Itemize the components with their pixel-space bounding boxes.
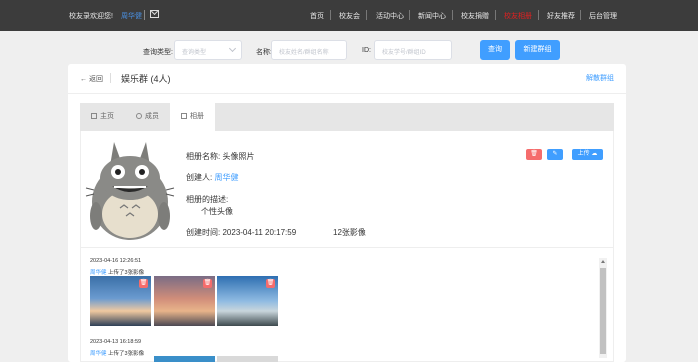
feed-timestamp: 2023-04-16 12:26:51: [90, 258, 142, 264]
group-tabs: 主页 成员 相册: [80, 103, 614, 131]
delete-photo-button[interactable]: 🗑: [266, 279, 275, 288]
feed-entry: 周华健 上传了3张影像: [90, 268, 144, 276]
top-navbar: 校友录欢迎您! 周华健 首页 校友会 活动中心 新闻中心 校友捐赠 校友相册 好…: [0, 0, 698, 31]
edit-icon: ✎: [552, 151, 558, 157]
divider: [110, 73, 111, 83]
query-button[interactable]: 查询: [480, 40, 510, 60]
query-type-label: 查询类型:: [143, 49, 173, 56]
nav-alumni-association[interactable]: 校友会: [339, 11, 360, 21]
id-input[interactable]: 校友学号/群组ID: [374, 40, 452, 60]
divider: [366, 10, 367, 20]
divider: [495, 10, 496, 20]
upload-button[interactable]: 上传 ☁: [572, 149, 603, 160]
user-icon: [136, 113, 142, 119]
photo-thumbnail[interactable]: [217, 356, 278, 362]
nav-home[interactable]: 首页: [310, 11, 324, 21]
album-desc-value: 个性头像: [201, 207, 233, 216]
divider: [144, 10, 145, 20]
feed-user-link[interactable]: 周华健: [90, 351, 107, 357]
photo-thumbnail[interactable]: 🗑: [154, 276, 215, 326]
feed-entry: 周华健 上传了3张影像: [90, 349, 144, 357]
delete-album-button[interactable]: 🗑: [526, 149, 542, 160]
photo-thumbnail[interactable]: 🗑: [90, 276, 151, 326]
feed-timestamp: 2023-04-13 16:18:59: [90, 339, 142, 345]
album-created-label: 创建时间:: [186, 228, 221, 237]
query-type-select[interactable]: 查询类型: [174, 40, 242, 60]
divider: [330, 10, 331, 20]
album-cover-image: [85, 142, 175, 240]
nav-admin[interactable]: 后台管理: [589, 11, 617, 21]
name-input[interactable]: 校友姓名/群组名称: [271, 40, 347, 60]
cloud-upload-icon: ☁: [591, 151, 598, 157]
divider: [68, 93, 626, 94]
album-desc-label: 相册的描述:: [186, 195, 229, 204]
album-name-label: 相册名称:: [186, 152, 221, 161]
nav-friend-recommend[interactable]: 好友推荐: [547, 11, 575, 21]
scroll-up-icon[interactable]: [601, 260, 605, 263]
album-creator-row: 创建人: 周华健: [186, 172, 238, 183]
divider: [538, 10, 539, 20]
delete-photo-button[interactable]: 🗑: [139, 279, 148, 288]
album-created-row: 创建时间: 2023-04-11 20:17:59: [186, 227, 296, 238]
album-creator-label: 创建人:: [186, 173, 213, 182]
picture-icon: [181, 113, 187, 119]
divider: [409, 10, 410, 20]
nav-activity-center[interactable]: 活动中心: [376, 11, 404, 21]
mail-icon[interactable]: [150, 10, 159, 18]
chevron-down-icon: [228, 44, 237, 53]
trash-icon: 🗑: [530, 151, 538, 157]
name-label: 名称:: [256, 49, 272, 56]
divider: [452, 10, 453, 20]
photo-thumbnail[interactable]: 🗑: [217, 276, 278, 326]
divider: [580, 10, 581, 20]
album-name-value: 头像照片: [222, 152, 255, 161]
album-name-row: 相册名称: 头像照片: [186, 151, 254, 162]
delete-photo-button[interactable]: 🗑: [203, 279, 212, 288]
feed-scrollbar[interactable]: [599, 258, 607, 358]
home-icon: [91, 113, 97, 119]
album-created-value: 2023-04-11 20:17:59: [222, 228, 297, 237]
dissolve-group-link[interactable]: 解散群组: [586, 73, 614, 83]
edit-album-button[interactable]: ✎: [547, 149, 563, 160]
album-photo-count: 12张影像: [333, 228, 366, 237]
tab-members[interactable]: 成员: [125, 103, 170, 131]
new-group-button[interactable]: 新建群组: [515, 40, 560, 60]
tab-home[interactable]: 主页: [80, 103, 125, 131]
group-title: 娱乐群 (4人): [121, 74, 171, 84]
id-label: ID:: [362, 47, 371, 54]
current-user-link[interactable]: 周华健: [121, 11, 142, 21]
nav-news-center[interactable]: 新闻中心: [418, 11, 446, 21]
welcome-text: 校友录欢迎您!: [69, 13, 113, 20]
album-creator-link[interactable]: 周华健: [214, 173, 238, 182]
nav-album[interactable]: 校友相册: [504, 11, 532, 21]
photo-thumbnail[interactable]: [154, 356, 215, 362]
back-link[interactable]: ← 返回: [80, 74, 103, 84]
scrollbar-thumb[interactable]: [600, 268, 606, 354]
tab-album[interactable]: 相册: [170, 103, 215, 131]
divider: [80, 247, 614, 248]
feed-action: 上传了3张影像: [108, 351, 145, 357]
nav-donation[interactable]: 校友捐赠: [461, 11, 489, 21]
